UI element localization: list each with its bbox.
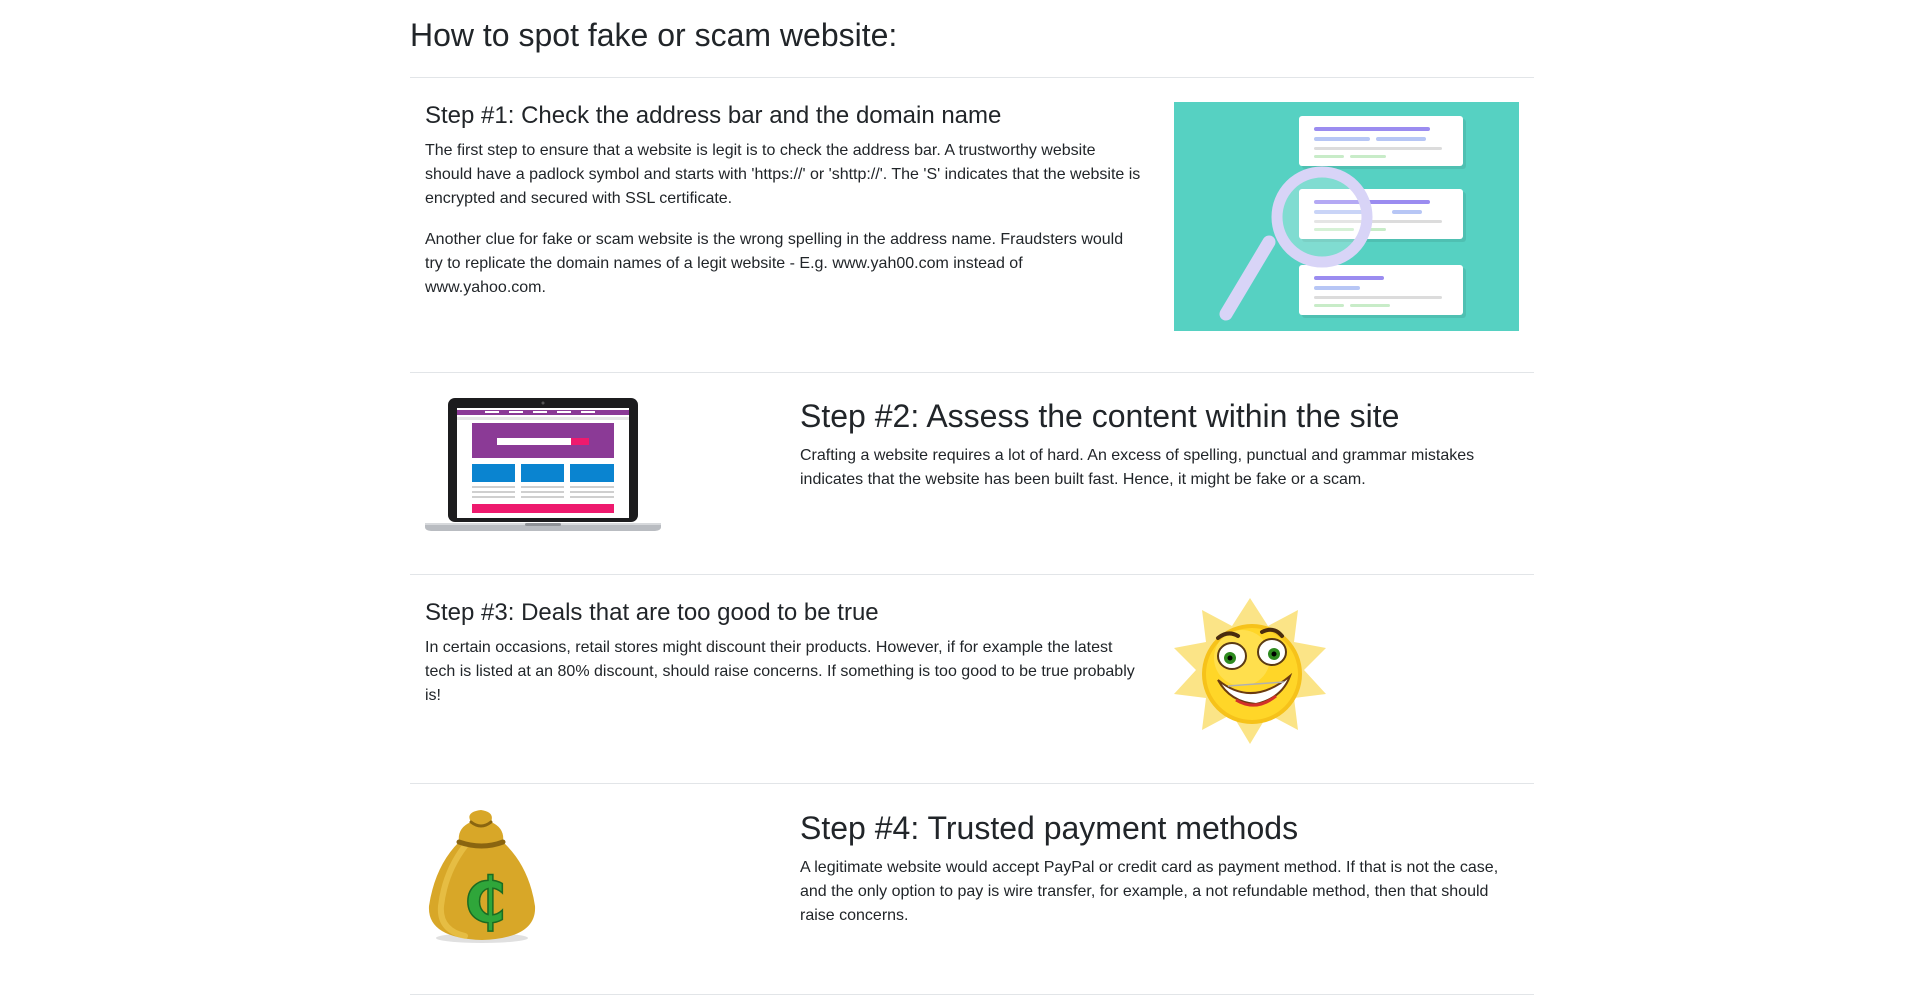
step-3-paragraph-1: In certain occasions, retail stores migh… (425, 639, 1135, 704)
step-1-paragraph-2: Another clue for fake or scam website is… (425, 231, 1124, 296)
divider (410, 783, 1534, 784)
step-4-title: Step #4: Trusted payment methods (800, 810, 1299, 846)
step-3-title: Step #3: Deals that are too good to be t… (425, 599, 879, 626)
divider (410, 372, 1534, 373)
step-1-title: Step #1: Check the address bar and the d… (425, 102, 1002, 129)
page-title: How to spot fake or scam website: (410, 17, 898, 53)
divider (410, 574, 1534, 575)
step-1-paragraph-1: The first step to ensure that a website … (425, 142, 1141, 207)
crazy-sun-emoji-icon (1172, 596, 1328, 746)
money-bag-icon: ₵ (425, 806, 539, 944)
laptop-website-icon (425, 396, 661, 534)
step-2-title: Step #2: Assess the content within the s… (800, 398, 1400, 434)
divider (410, 77, 1534, 78)
step-2-paragraph-1: Crafting a website requires a lot of har… (800, 447, 1475, 488)
step-4-paragraph-1: A legitimate website would accept PayPal… (800, 859, 1499, 924)
magnifier-search-results-icon (1174, 102, 1519, 331)
money-bag-symbol: ₵ (463, 864, 506, 937)
divider (410, 994, 1534, 995)
